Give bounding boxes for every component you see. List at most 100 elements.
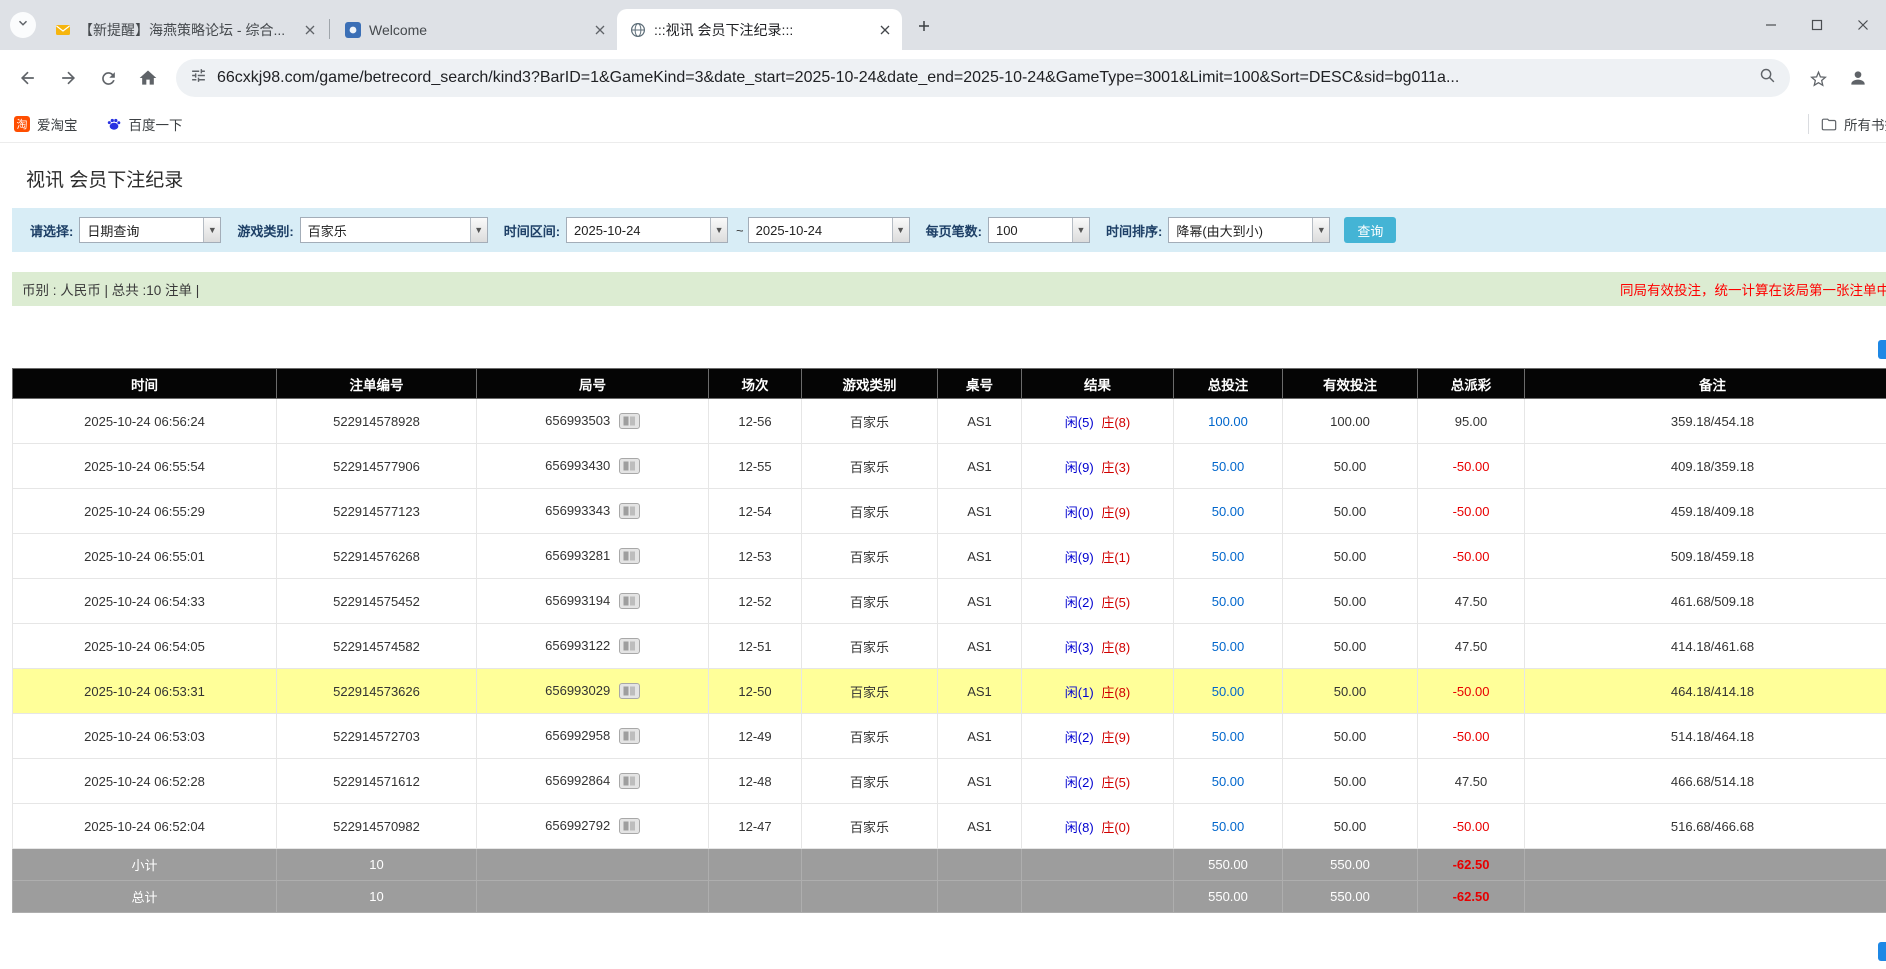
result-banker: 庄(8) <box>1101 415 1130 430</box>
minimize-button[interactable] <box>1748 0 1794 50</box>
subtotal-valid-bet: 550.00 <box>1283 849 1418 881</box>
round-no-text: 656992958 <box>545 728 610 743</box>
bookmark-baidu[interactable]: 百度一下 <box>106 114 183 134</box>
column-header-2: 注单编号 <box>277 369 477 399</box>
query-type-select[interactable]: 日期查询 ▼ <box>79 217 221 243</box>
cell-total-bet[interactable]: 100.00 <box>1174 399 1283 444</box>
cell-payout: 47.50 <box>1418 579 1525 624</box>
close-icon[interactable] <box>876 21 894 39</box>
plus-icon <box>917 19 931 38</box>
cell-session: 12-51 <box>709 624 802 669</box>
tab-bet-records[interactable]: :::视讯 会员下注纪录::: <box>617 9 902 50</box>
close-window-button[interactable] <box>1840 0 1886 50</box>
cell-note: 516.68/466.68 <box>1525 804 1886 849</box>
window-controls <box>1748 0 1886 50</box>
round-detail-icon[interactable] <box>619 818 640 834</box>
tab-search-button[interactable] <box>10 12 36 38</box>
cell-payout: 47.50 <box>1418 624 1525 669</box>
cell-total-bet[interactable]: 50.00 <box>1174 759 1283 804</box>
zoom-icon[interactable] <box>1759 67 1776 89</box>
result-banker: 庄(3) <box>1101 460 1130 475</box>
game-type-select[interactable]: 百家乐 ▼ <box>300 217 488 243</box>
date-range-label: 时间区间: <box>504 221 560 240</box>
bookmark-star-button[interactable] <box>1798 58 1838 98</box>
table-body: 2025-10-24 06:56:24 522914578928 6569935… <box>13 399 1886 849</box>
cell-game: 百家乐 <box>802 804 938 849</box>
empty-cell <box>938 881 1022 913</box>
cell-valid-bet: 50.00 <box>1283 804 1418 849</box>
cell-valid-bet: 100.00 <box>1283 399 1418 444</box>
bookmark-taobao[interactable]: 淘 爱淘宝 <box>14 114 78 134</box>
forward-button[interactable] <box>48 58 88 98</box>
cell-note: 464.18/414.18 <box>1525 669 1886 714</box>
result-banker: 庄(9) <box>1101 505 1130 520</box>
cell-total-bet[interactable]: 50.00 <box>1174 669 1283 714</box>
floating-edge-button-top[interactable] <box>1878 340 1886 359</box>
profile-avatar-button[interactable] <box>1838 58 1878 98</box>
result-banker: 庄(1) <box>1101 550 1130 565</box>
floating-edge-button-bottom[interactable] <box>1878 942 1886 961</box>
new-tab-button[interactable] <box>910 14 938 42</box>
close-icon[interactable] <box>591 21 609 39</box>
table-row: 2025-10-24 06:55:54 522914577906 6569934… <box>13 444 1886 489</box>
refresh-button[interactable] <box>88 58 128 98</box>
chevron-down-icon: ▼ <box>1312 218 1329 242</box>
site-settings-icon[interactable] <box>190 67 207 89</box>
cell-total-bet[interactable]: 50.00 <box>1174 804 1283 849</box>
cell-bet-no: 522914574582 <box>277 624 477 669</box>
cell-total-bet[interactable]: 50.00 <box>1174 624 1283 669</box>
back-button[interactable] <box>8 58 48 98</box>
address-bar[interactable]: 66cxkj98.com/game/betrecord_search/kind3… <box>176 59 1790 97</box>
cell-game: 百家乐 <box>802 579 938 624</box>
home-button[interactable] <box>128 58 168 98</box>
result-player: 闲(2) <box>1065 595 1094 610</box>
maximize-button[interactable] <box>1794 0 1840 50</box>
round-detail-icon[interactable] <box>619 458 640 474</box>
cell-round-no: 656992958 <box>477 714 709 759</box>
tab-separator <box>329 19 330 39</box>
close-icon[interactable] <box>301 21 319 39</box>
round-detail-icon[interactable] <box>619 683 640 699</box>
page-size-select[interactable]: 100 ▼ <box>988 217 1090 243</box>
cell-note: 509.18/459.18 <box>1525 534 1886 579</box>
grand-total-row: 总计 10 550.00 550.00 -62.50 <box>13 881 1886 913</box>
globe-icon <box>629 21 646 38</box>
cell-note: 409.18/359.18 <box>1525 444 1886 489</box>
tab-welcome[interactable]: Welcome <box>332 9 617 50</box>
cell-round-no: 656993430 <box>477 444 709 489</box>
round-detail-icon[interactable] <box>619 638 640 654</box>
cell-session: 12-52 <box>709 579 802 624</box>
empty-cell <box>709 849 802 881</box>
cell-table-no: AS1 <box>938 669 1022 714</box>
cell-valid-bet: 50.00 <box>1283 489 1418 534</box>
round-detail-icon[interactable] <box>619 728 640 744</box>
all-bookmarks-folder[interactable]: 所有书签 <box>1808 114 1886 134</box>
total-label: 总计 <box>13 881 277 913</box>
cell-result: 闲(2) 庄(5) <box>1022 759 1174 804</box>
chevron-down-icon: ▼ <box>1072 218 1089 242</box>
cell-game: 百家乐 <box>802 444 938 489</box>
round-detail-icon[interactable] <box>619 548 640 564</box>
result-banker: 庄(9) <box>1101 730 1130 745</box>
round-detail-icon[interactable] <box>619 593 640 609</box>
cell-total-bet[interactable]: 50.00 <box>1174 534 1283 579</box>
url-text[interactable]: 66cxkj98.com/game/betrecord_search/kind3… <box>217 69 1749 87</box>
cell-note: 514.18/464.18 <box>1525 714 1886 759</box>
sort-select[interactable]: 降幂(由大到小) ▼ <box>1168 217 1330 243</box>
round-detail-icon[interactable] <box>619 413 640 429</box>
round-no-text: 656993194 <box>545 593 610 608</box>
date-start-select[interactable]: 2025-10-24 ▼ <box>566 217 728 243</box>
total-count: 10 <box>277 881 477 913</box>
date-end-select[interactable]: 2025-10-24 ▼ <box>748 217 910 243</box>
search-button[interactable]: 查询 <box>1344 217 1396 243</box>
cell-total-bet[interactable]: 50.00 <box>1174 714 1283 759</box>
cell-total-bet[interactable]: 50.00 <box>1174 579 1283 624</box>
round-detail-icon[interactable] <box>619 773 640 789</box>
cell-total-bet[interactable]: 50.00 <box>1174 489 1283 534</box>
cell-payout: 47.50 <box>1418 759 1525 804</box>
round-detail-icon[interactable] <box>619 503 640 519</box>
tab-forum[interactable]: 【新提醒】海燕策略论坛 - 综合... <box>42 9 327 50</box>
cell-total-bet[interactable]: 50.00 <box>1174 444 1283 489</box>
cell-time: 2025-10-24 06:52:04 <box>13 804 277 849</box>
cell-result: 闲(0) 庄(9) <box>1022 489 1174 534</box>
